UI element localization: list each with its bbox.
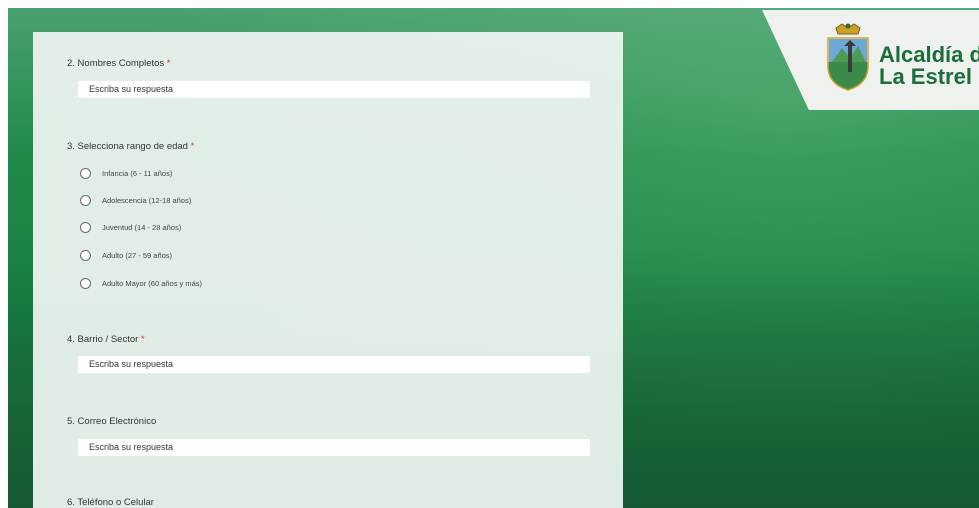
radio-button[interactable] bbox=[80, 277, 91, 289]
radio-label: Adolescencia (12-18 años) bbox=[102, 195, 192, 205]
question-2-text: 2. Nombres Completos bbox=[67, 58, 165, 69]
radio-label: Infancia (6 - 11 años) bbox=[102, 168, 173, 178]
required-asterisk: * bbox=[140, 334, 145, 345]
age-option-adolescencia[interactable]: Adolescencia (12-18 años) bbox=[80, 193, 191, 207]
brand-name: Alcaldía d La Estrel bbox=[879, 44, 979, 88]
radio-label: Adulto (27 - 59 años) bbox=[102, 250, 173, 260]
neighborhood-input[interactable] bbox=[78, 356, 590, 373]
radio-button[interactable] bbox=[80, 221, 91, 233]
question-3-text: 3. Selecciona rango de edad bbox=[67, 141, 188, 152]
age-option-juventud[interactable]: Juventud (14 - 28 años) bbox=[80, 220, 181, 234]
radio-button[interactable] bbox=[80, 194, 91, 206]
question-6-label: 6. Teléfono o Celular bbox=[67, 497, 154, 508]
question-4-label: 4. Barrio / Sector * bbox=[67, 334, 145, 345]
question-4-text: 4. Barrio / Sector bbox=[67, 334, 139, 345]
full-name-input[interactable] bbox=[78, 81, 590, 98]
radio-button[interactable] bbox=[80, 249, 91, 261]
email-input[interactable] bbox=[78, 439, 590, 456]
required-asterisk: * bbox=[166, 58, 171, 69]
question-6-text: 6. Teléfono o Celular bbox=[67, 497, 154, 508]
question-5-text: 5. Correo Electrónico bbox=[67, 416, 157, 427]
question-5-label: 5. Correo Electrónico bbox=[67, 416, 156, 427]
radio-label: Adulto Mayor (60 años y más) bbox=[102, 278, 203, 288]
age-option-adulto-mayor[interactable]: Adulto Mayor (60 años y más) bbox=[80, 276, 202, 290]
brand-line-1: Alcaldía d bbox=[879, 42, 979, 67]
age-option-adulto[interactable]: Adulto (27 - 59 años) bbox=[80, 248, 172, 262]
radio-label: Juventud (14 - 28 años) bbox=[102, 222, 182, 232]
question-3-label: 3. Selecciona rango de edad * bbox=[67, 141, 194, 152]
required-asterisk: * bbox=[190, 141, 195, 152]
brand-line-2: La Estrel bbox=[879, 64, 972, 89]
form-panel: 2. Nombres Completos * 3. Selecciona ran… bbox=[33, 32, 623, 508]
question-2-label: 2. Nombres Completos * bbox=[67, 58, 171, 69]
municipal-shield-icon bbox=[827, 23, 869, 92]
radio-button[interactable] bbox=[80, 167, 91, 179]
age-option-infancia[interactable]: Infancia (6 - 11 años) bbox=[80, 166, 172, 180]
